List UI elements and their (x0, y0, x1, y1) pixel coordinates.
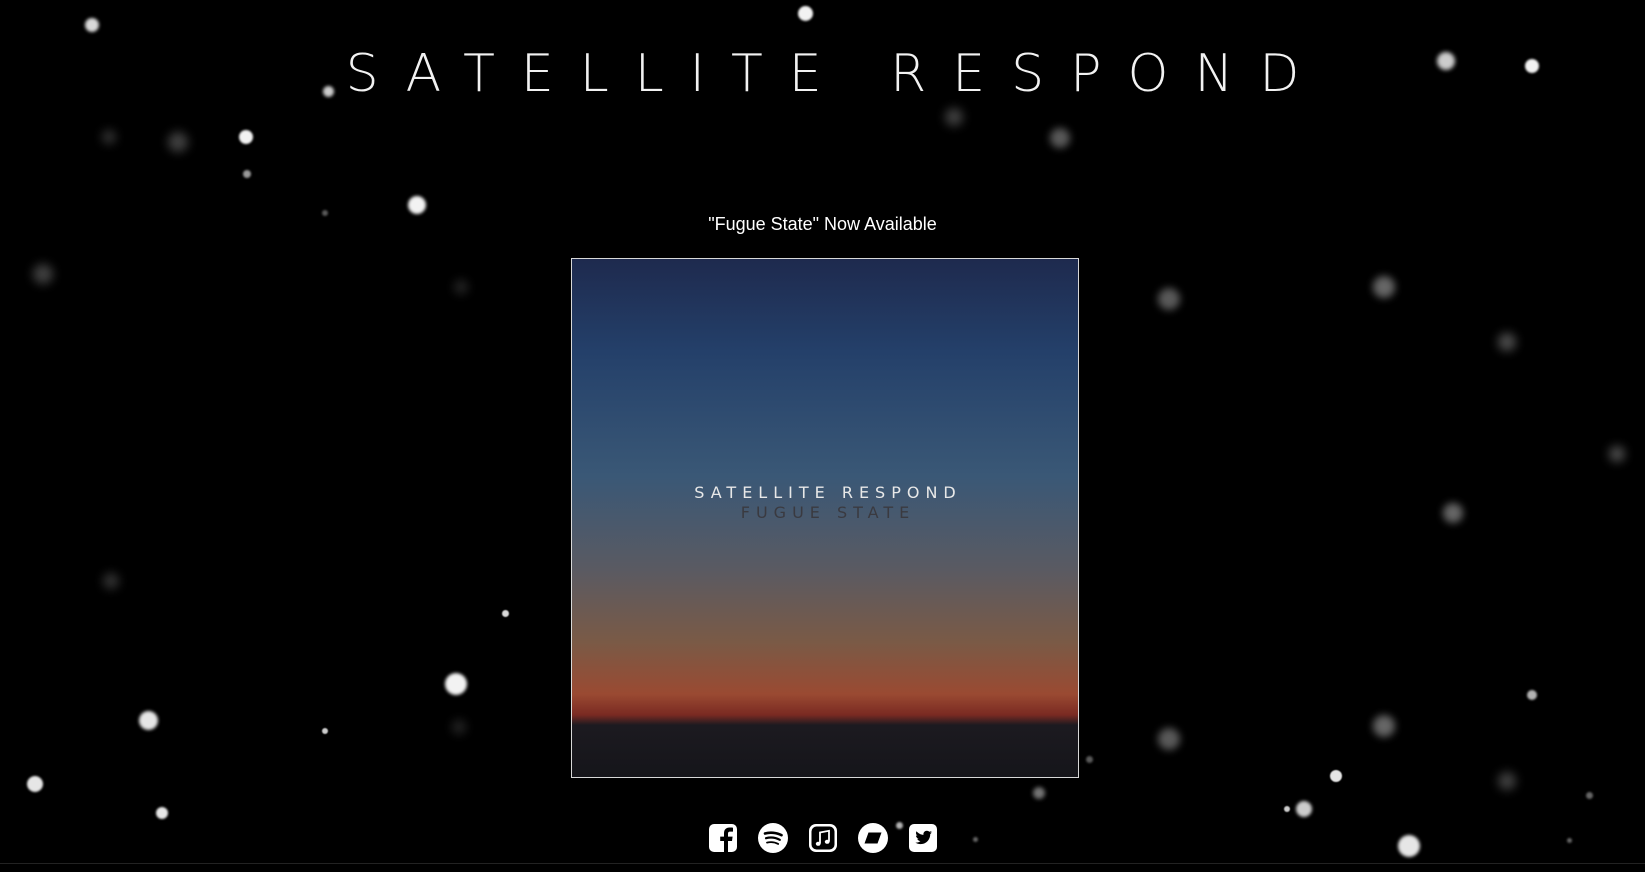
star (239, 130, 253, 144)
album-cover-image[interactable]: SATELLITE RESPOND FUGUE STATE (571, 258, 1079, 778)
star (502, 610, 509, 617)
album-cover-band-name: SATELLITE RESPOND (694, 483, 962, 502)
star (1050, 128, 1070, 148)
itunes-icon (808, 824, 837, 852)
band-title: SATELLITE RESPOND (345, 44, 1326, 104)
star (408, 196, 426, 214)
star (103, 573, 119, 589)
star (33, 264, 53, 284)
star (1586, 792, 1593, 799)
star (1498, 772, 1516, 790)
star (1158, 728, 1180, 750)
star (1373, 276, 1395, 298)
bandcamp-link[interactable] (857, 822, 889, 854)
album-cover-title: FUGUE STATE (740, 503, 916, 522)
facebook-link[interactable] (707, 822, 739, 854)
star (85, 18, 99, 32)
star (454, 280, 468, 294)
spotify-link[interactable] (757, 822, 789, 854)
star (1498, 333, 1516, 351)
spotify-icon (757, 823, 788, 853)
star (452, 720, 466, 734)
star (102, 130, 116, 144)
release-announcement: "Fugue State" Now Available (708, 214, 937, 234)
star (798, 6, 813, 21)
page: SATELLITE RESPOND "Fugue State" Now Avai… (0, 0, 1645, 872)
star (945, 108, 963, 126)
star (1527, 690, 1537, 700)
star (1086, 756, 1093, 763)
facebook-icon (708, 824, 737, 852)
star (139, 711, 158, 730)
star (1373, 715, 1395, 737)
social-links (0, 822, 1645, 854)
star (322, 728, 328, 734)
star (1158, 288, 1180, 310)
star (1330, 770, 1342, 782)
twitter-link[interactable] (907, 822, 939, 854)
star (1284, 806, 1290, 812)
star (168, 132, 188, 152)
star (445, 673, 467, 695)
star (1296, 801, 1312, 817)
footer-divider (0, 863, 1645, 864)
bandcamp-icon (857, 823, 888, 853)
star (27, 776, 43, 792)
star (1609, 446, 1625, 462)
itunes-link[interactable] (807, 822, 839, 854)
star (1443, 503, 1463, 523)
star (1033, 787, 1045, 799)
star (156, 807, 168, 819)
twitter-icon (908, 824, 937, 852)
star (243, 170, 251, 178)
